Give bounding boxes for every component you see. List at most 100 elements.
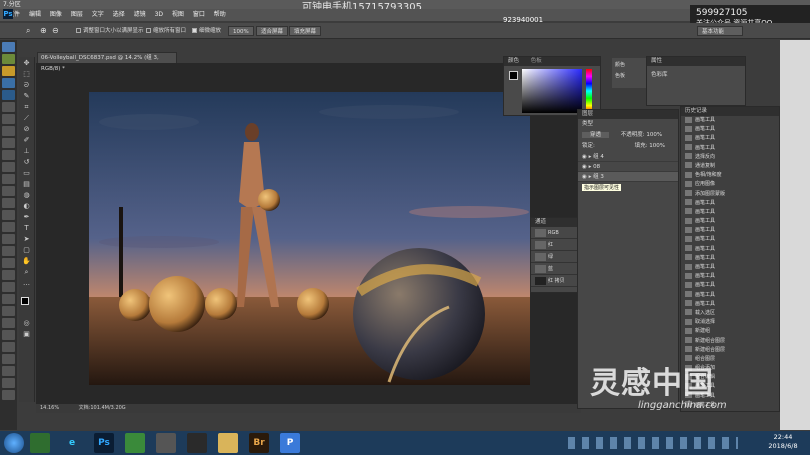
desktop-icon[interactable] — [2, 282, 15, 292]
quick-mask-icon[interactable]: ◎ — [22, 318, 32, 328]
blend-mode-select[interactable]: 穿透 — [582, 132, 610, 138]
desktop-icon[interactable] — [2, 222, 15, 232]
fill-screen-button[interactable]: 填充屏幕 — [289, 26, 322, 36]
desktop-icon[interactable] — [2, 198, 15, 208]
tray-icons[interactable] — [568, 437, 738, 449]
crop-tool-icon[interactable]: ⌗ — [22, 102, 32, 112]
desktop-icon[interactable] — [2, 318, 15, 328]
foreground-color-swatch[interactable] — [21, 297, 29, 305]
history-row[interactable]: 载入选区 — [681, 309, 779, 318]
history-row[interactable]: 画笔工具 — [681, 125, 779, 134]
desktop-icon[interactable] — [2, 162, 15, 172]
swatch-mini-sub[interactable]: 色板 — [612, 71, 646, 80]
zoom-tool-icon[interactable]: ⌕ — [26, 26, 30, 36]
desktop-icon[interactable] — [2, 186, 15, 196]
ie-icon[interactable]: e — [62, 433, 82, 453]
desktop-icon[interactable] — [2, 234, 15, 244]
eye-icon[interactable]: ◉ — [582, 164, 589, 170]
history-row[interactable]: 画笔工具 — [681, 208, 779, 217]
tab-swatches[interactable]: 色板 — [531, 58, 542, 64]
taskbar-app-icon[interactable] — [125, 433, 145, 453]
hand-tool-icon[interactable]: ✋ — [22, 256, 32, 266]
desktop-icon[interactable] — [2, 354, 15, 364]
taskbar-app-icon[interactable]: P — [280, 433, 300, 453]
scrubby-zoom-checkbox[interactable]: 细微缩放 — [192, 26, 221, 36]
history-row[interactable]: 选择反向 — [681, 153, 779, 162]
layer-row-group3[interactable]: ◉ ▸ 组 3 — [578, 172, 678, 182]
fit-screen-button[interactable]: 适合屏幕 — [256, 26, 289, 36]
history-row[interactable]: 新建组 — [681, 327, 779, 336]
desktop-icon[interactable] — [2, 330, 15, 340]
menu-view[interactable]: 视图 — [172, 9, 184, 21]
history-row[interactable]: 添加图层蒙版 — [681, 190, 779, 199]
history-row[interactable]: 应用图像 — [681, 180, 779, 189]
resize-windows-checkbox[interactable]: 调整窗口大小以满屏显示 — [76, 26, 144, 36]
menu-3d[interactable]: 3D — [155, 9, 163, 21]
history-row[interactable]: 画笔工具 — [681, 116, 779, 125]
desktop-icon[interactable] — [2, 174, 15, 184]
history-row[interactable]: 新建组合图层 — [681, 337, 779, 346]
move-tool-icon[interactable]: ✥ — [22, 58, 32, 68]
history-row[interactable]: 画笔工具 — [681, 245, 779, 254]
folder-icon[interactable] — [218, 433, 238, 453]
history-row[interactable]: 画笔工具 — [681, 300, 779, 309]
menu-filter[interactable]: 滤镜 — [134, 9, 146, 21]
menu-type[interactable]: 文字 — [92, 9, 104, 21]
desktop-icon[interactable] — [2, 54, 15, 64]
history-row[interactable]: 画笔工具 — [681, 281, 779, 290]
desktop-icon[interactable] — [2, 150, 15, 160]
desktop-icon[interactable] — [2, 210, 15, 220]
stamp-tool-icon[interactable]: ⊥ — [22, 146, 32, 156]
desktop-icon[interactable] — [2, 390, 15, 400]
desktop-icon[interactable] — [2, 294, 15, 304]
eraser-tool-icon[interactable]: ▭ — [22, 168, 32, 178]
fill-input[interactable]: 100% — [649, 143, 665, 149]
desktop-icon[interactable] — [2, 66, 15, 76]
history-row[interactable]: 画笔工具 — [681, 291, 779, 300]
status-zoom[interactable]: 14.16% — [40, 405, 59, 411]
canvas-image[interactable] — [89, 92, 530, 385]
system-clock[interactable]: 22:44 2018/6/8 — [758, 433, 808, 451]
channel-row[interactable]: 绿 — [531, 251, 577, 263]
channel-row[interactable]: RGB — [531, 227, 577, 239]
opacity-input[interactable]: 100% — [646, 132, 662, 138]
gradient-tool-icon[interactable]: ▤ — [22, 179, 32, 189]
layer-row-08[interactable]: ◉ ▸ 08 — [578, 162, 678, 172]
history-row[interactable]: 色相/饱和度 — [681, 171, 779, 180]
history-row[interactable]: 通道复制 — [681, 162, 779, 171]
quick-select-tool-icon[interactable]: ✎ — [22, 91, 32, 101]
desktop-icon[interactable] — [2, 366, 15, 376]
history-row[interactable]: 画笔工具 — [681, 144, 779, 153]
desktop-icon[interactable] — [2, 102, 15, 112]
bridge-taskbar-icon[interactable]: Br — [249, 433, 269, 453]
history-row[interactable]: 画笔工具 — [681, 263, 779, 272]
path-select-tool-icon[interactable]: ➤ — [22, 234, 32, 244]
history-row[interactable]: 画笔工具 — [681, 199, 779, 208]
desktop-icon[interactable] — [2, 258, 15, 268]
desktop-icon[interactable] — [2, 42, 15, 52]
menu-window[interactable]: 窗口 — [193, 9, 205, 21]
healing-tool-icon[interactable]: ⊘ — [22, 124, 32, 134]
more-tools-icon[interactable]: … — [22, 278, 32, 288]
history-row[interactable]: 画笔工具 — [681, 235, 779, 244]
layer-row-group4[interactable]: ◉ ▸ 组 4 — [578, 152, 678, 162]
desktop-icon[interactable] — [2, 126, 15, 136]
desktop-icon[interactable] — [2, 378, 15, 388]
menu-edit[interactable]: 编辑 — [29, 9, 41, 21]
desktop-icon[interactable] — [2, 90, 15, 100]
type-tool-icon[interactable]: T — [22, 223, 32, 233]
eyedropper-tool-icon[interactable]: ⟋ — [22, 113, 32, 123]
marquee-tool-icon[interactable]: ⬚ — [22, 69, 32, 79]
menu-help[interactable]: 帮助 — [214, 9, 226, 21]
zoom-value-button[interactable]: 100% — [228, 26, 254, 36]
menu-layer[interactable]: 图层 — [71, 9, 83, 21]
zoom-tool-icon[interactable]: ⌕ — [22, 267, 32, 277]
photoshop-taskbar-icon[interactable]: Ps — [94, 433, 114, 453]
zoom-all-checkbox[interactable]: 缩放所有窗口 — [146, 26, 186, 36]
history-row[interactable]: 取消选择 — [681, 318, 779, 327]
brush-tool-icon[interactable]: ✐ — [22, 135, 32, 145]
desktop-icon[interactable] — [2, 306, 15, 316]
history-brush-tool-icon[interactable]: ↺ — [22, 157, 32, 167]
taskbar-app-icon[interactable] — [187, 433, 207, 453]
fg-swatch[interactable] — [509, 71, 518, 80]
